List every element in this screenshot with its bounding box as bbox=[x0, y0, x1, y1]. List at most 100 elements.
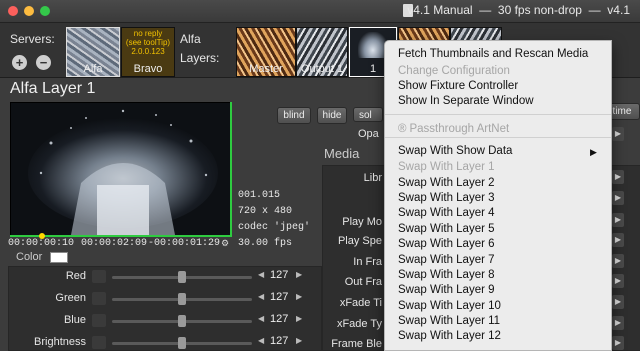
color-slider-knob-green[interactable] bbox=[178, 293, 186, 305]
color-value-red[interactable]: 127 bbox=[270, 269, 288, 281]
color-decrement-green-icon[interactable]: ◀ bbox=[258, 292, 264, 301]
menu-item-swap-with-layer-1: Swap With Layer 1 bbox=[398, 161, 495, 173]
media-arrow-2[interactable]: ▶ bbox=[612, 191, 624, 205]
submenu-arrow-icon: ▶ bbox=[590, 147, 597, 157]
menu-item-swap-with-layer-11[interactable]: Swap With Layer 11 bbox=[398, 315, 500, 327]
color-section-label: Color bbox=[16, 251, 43, 263]
server-status-bravo: no reply (see toolTip) 2.0.0.123 bbox=[125, 29, 171, 56]
server-label-alfa: Alfa bbox=[83, 63, 103, 75]
timecode-options-icon[interactable]: ⚙ bbox=[221, 238, 229, 249]
menu-item-swap-with-layer-8[interactable]: Swap With Layer 8 bbox=[398, 269, 495, 281]
layer-label-output-1: Output 1 bbox=[300, 63, 344, 75]
window-title: v4.1 Manual — 30 fps non-drop — v4.1 bbox=[407, 3, 630, 17]
menu-item-swap-with-layer-2[interactable]: Swap With Layer 2 bbox=[398, 177, 495, 189]
color-row-toggle-blue[interactable] bbox=[92, 314, 106, 327]
solo-button[interactable]: sol bbox=[353, 107, 383, 122]
menu-item-label: Change Configuration bbox=[398, 65, 510, 77]
menu-item-swap-with-layer-5[interactable]: Swap With Layer 5 bbox=[398, 223, 495, 235]
menu-item-label: Swap With Layer 2 bbox=[398, 177, 495, 189]
opacity-label: Opa bbox=[358, 128, 379, 140]
selected-server-name: Alfa bbox=[180, 32, 201, 46]
color-row-toggle-green[interactable] bbox=[92, 292, 106, 305]
menu-item-label: Passthrough ArtNet bbox=[409, 123, 510, 135]
clip-codec: codec 'jpeg' bbox=[238, 222, 311, 233]
media-arrow-out-frame[interactable]: ▶ bbox=[612, 274, 624, 288]
hide-button[interactable]: hide bbox=[317, 107, 347, 124]
media-row-in-frame: In Fra bbox=[353, 256, 382, 268]
menu-item-swap-with-layer-7[interactable]: Swap With Layer 7 bbox=[398, 254, 495, 266]
color-row-toggle-red[interactable] bbox=[92, 270, 106, 283]
context-menu: Fetch Thumbnails and Rescan Media Change … bbox=[384, 40, 612, 351]
media-arrow-in-frame[interactable]: ▶ bbox=[612, 254, 624, 268]
menu-item-label: Swap With Layer 7 bbox=[398, 254, 495, 266]
title-bar: v4.1 Manual — 30 fps non-drop — v4.1 bbox=[0, 0, 640, 23]
opacity-stepper-arrow[interactable]: ▶ bbox=[612, 127, 624, 141]
color-value-green[interactable]: 127 bbox=[270, 291, 288, 303]
menu-item-swap-with-layer-9[interactable]: Swap With Layer 9 bbox=[398, 284, 495, 296]
layer-label-master: Master bbox=[249, 63, 283, 75]
media-row-play-speed: Play Spe bbox=[337, 235, 382, 247]
menu-item-swap-with-layer-4[interactable]: Swap With Layer 4 bbox=[398, 207, 495, 219]
layers-label: Layers: bbox=[180, 51, 220, 65]
menu-item-label: Swap With Layer 1 bbox=[398, 161, 495, 173]
media-arrow-play-speed[interactable]: ▶ bbox=[612, 233, 624, 247]
media-arrow-xfade-type[interactable]: ▶ bbox=[612, 316, 624, 330]
menu-item-swap-with-layer-12[interactable]: Swap With Layer 12 bbox=[398, 330, 501, 342]
menu-item-swap-with-layer-6[interactable]: Swap With Layer 6 bbox=[398, 238, 495, 250]
menu-item-label: Show Fixture Controller bbox=[398, 80, 519, 92]
timecode-duration: 00:00:02:09 bbox=[81, 238, 148, 249]
server-thumb-alfa[interactable]: Alfa bbox=[66, 27, 120, 77]
menu-item-show-fixture-controller[interactable]: Show Fixture Controller bbox=[398, 80, 518, 92]
close-window-button[interactable] bbox=[8, 6, 18, 16]
media-arrow-frame-blend[interactable]: ▶ bbox=[612, 336, 624, 350]
layer-thumb-master[interactable]: Master bbox=[236, 27, 296, 77]
menu-separator bbox=[385, 137, 611, 138]
color-swatch[interactable] bbox=[50, 252, 68, 263]
color-increment-green-icon[interactable]: ▶ bbox=[296, 292, 302, 301]
color-decrement-red-icon[interactable]: ◀ bbox=[258, 270, 264, 279]
color-value-blue[interactable]: 127 bbox=[270, 313, 288, 325]
add-server-button[interactable]: + bbox=[12, 55, 27, 70]
menu-item-label: Swap With Layer 3 bbox=[398, 192, 495, 204]
menu-item-swap-with-layer-3[interactable]: Swap With Layer 3 bbox=[398, 192, 495, 204]
servers-label: Servers: bbox=[10, 32, 55, 46]
menu-item-label: Swap With Show Data bbox=[398, 145, 513, 157]
media-row-xfade-type: xFade Ty bbox=[336, 318, 382, 330]
media-arrow-play-mode[interactable]: ▶ bbox=[612, 213, 624, 227]
menu-item-label: Swap With Layer 4 bbox=[398, 207, 495, 219]
server-label-bravo: Bravo bbox=[133, 63, 163, 75]
blind-button[interactable]: blind bbox=[277, 107, 311, 124]
timecode-current: 00:00:00:10 bbox=[8, 238, 75, 249]
menu-item-label: Show In Separate Window bbox=[398, 95, 534, 107]
media-arrow-library[interactable]: ▶ bbox=[612, 170, 624, 184]
remove-server-button[interactable]: − bbox=[36, 55, 51, 70]
color-decrement-blue-icon[interactable]: ◀ bbox=[258, 314, 264, 323]
menu-item-show-in-separate-window[interactable]: Show In Separate Window bbox=[398, 95, 534, 107]
menu-item-swap-with-layer-10[interactable]: Swap With Layer 10 bbox=[398, 300, 501, 312]
server-thumb-bravo[interactable]: no reply (see toolTip) 2.0.0.123 Bravo bbox=[121, 27, 175, 77]
layer-thumb-output-1[interactable]: Output 1 bbox=[296, 27, 348, 77]
color-increment-blue-icon[interactable]: ▶ bbox=[296, 314, 302, 323]
zoom-window-button[interactable] bbox=[40, 6, 50, 16]
media-arrow-xfade-time[interactable]: ▶ bbox=[612, 295, 624, 309]
color-decrement-brightness-icon[interactable]: ◀ bbox=[258, 336, 264, 345]
menu-item-change-configuration: Change Configuration bbox=[398, 65, 510, 77]
color-increment-red-icon[interactable]: ▶ bbox=[296, 270, 302, 279]
menu-item-label: Fetch Thumbnails and Rescan Media bbox=[398, 48, 589, 60]
color-row-toggle-brightness[interactable] bbox=[92, 336, 106, 349]
color-slider-knob-blue[interactable] bbox=[178, 315, 186, 327]
menu-item-fetch-thumbnails-and-rescan-media[interactable]: Fetch Thumbnails and Rescan Media bbox=[398, 48, 588, 60]
timecode-remaining: -00:00:01:29 bbox=[148, 238, 221, 249]
color-value-brightness[interactable]: 127 bbox=[270, 335, 288, 347]
color-increment-brightness-icon[interactable]: ▶ bbox=[296, 336, 302, 345]
minimize-window-button[interactable] bbox=[24, 6, 34, 16]
color-row-label-green: Green bbox=[55, 292, 86, 304]
color-row-label-brightness: Brightness bbox=[34, 336, 86, 348]
menu-item-swap-with-show-data[interactable]: Swap With Show Data bbox=[398, 145, 512, 157]
color-slider-knob-red[interactable] bbox=[178, 271, 186, 283]
water-splash-image bbox=[11, 103, 231, 235]
menu-item-label: Swap With Layer 9 bbox=[398, 284, 495, 296]
color-slider-knob-brightness[interactable] bbox=[178, 337, 186, 349]
media-row-xfade-time: xFade Ti bbox=[339, 297, 382, 309]
clip-frame: 001.015 bbox=[238, 190, 281, 201]
